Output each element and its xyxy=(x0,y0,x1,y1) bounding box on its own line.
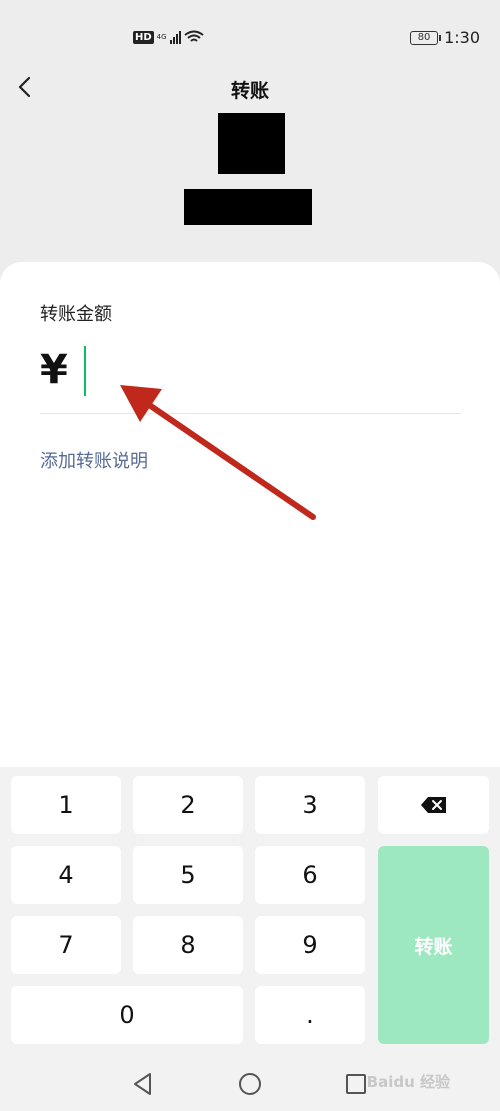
recipient-avatar xyxy=(218,113,285,174)
key-4[interactable]: 4 xyxy=(11,846,121,904)
recipient-name xyxy=(184,189,312,225)
add-transfer-note-link[interactable]: 添加转账说明 xyxy=(40,447,148,473)
page-title: 转账 xyxy=(230,80,269,102)
key-1[interactable]: 1 xyxy=(11,776,121,834)
key-7[interactable]: 7 xyxy=(11,916,121,974)
network-indicators: HD 4G xyxy=(133,30,204,44)
key-9[interactable]: 9 xyxy=(255,916,365,974)
key-2[interactable]: 2 xyxy=(133,776,243,834)
battery-icon: 80 xyxy=(410,30,442,45)
numeric-keypad: 1 2 3 4 5 6 7 8 9 0 . 转账 xyxy=(0,767,500,1057)
network-type-label: 4G xyxy=(156,32,167,41)
status-bar: HD 4G 80 1:30 xyxy=(0,0,500,70)
status-right: 80 1:30 xyxy=(410,28,480,47)
key-5[interactable]: 5 xyxy=(133,846,243,904)
nav-home-icon[interactable] xyxy=(237,1071,263,1097)
status-time: 1:30 xyxy=(444,28,480,47)
delete-key[interactable] xyxy=(378,776,489,834)
amount-card: 转账金额 ¥ 添加转账说明 xyxy=(0,262,500,767)
nav-back-icon[interactable] xyxy=(130,1071,156,1097)
amount-input-caret[interactable] xyxy=(84,346,86,396)
backspace-icon xyxy=(420,797,446,813)
amount-divider xyxy=(40,413,461,414)
wifi-icon xyxy=(183,30,204,42)
nav-recents-icon[interactable] xyxy=(343,1071,369,1097)
key-decimal[interactable]: . xyxy=(255,986,365,1044)
transfer-button[interactable]: 转账 xyxy=(378,846,489,1044)
key-0[interactable]: 0 xyxy=(11,986,243,1044)
key-6[interactable]: 6 xyxy=(255,846,365,904)
system-nav-bar: Baidu 经验 xyxy=(0,1057,500,1111)
signal-icon xyxy=(169,30,181,44)
amount-label: 转账金额 xyxy=(40,304,112,325)
baidu-watermark: Baidu 经验 xyxy=(366,1073,450,1091)
currency-symbol: ¥ xyxy=(40,347,68,393)
key-3[interactable]: 3 xyxy=(255,776,365,834)
key-8[interactable]: 8 xyxy=(133,916,243,974)
hd-badge: HD xyxy=(133,30,154,44)
